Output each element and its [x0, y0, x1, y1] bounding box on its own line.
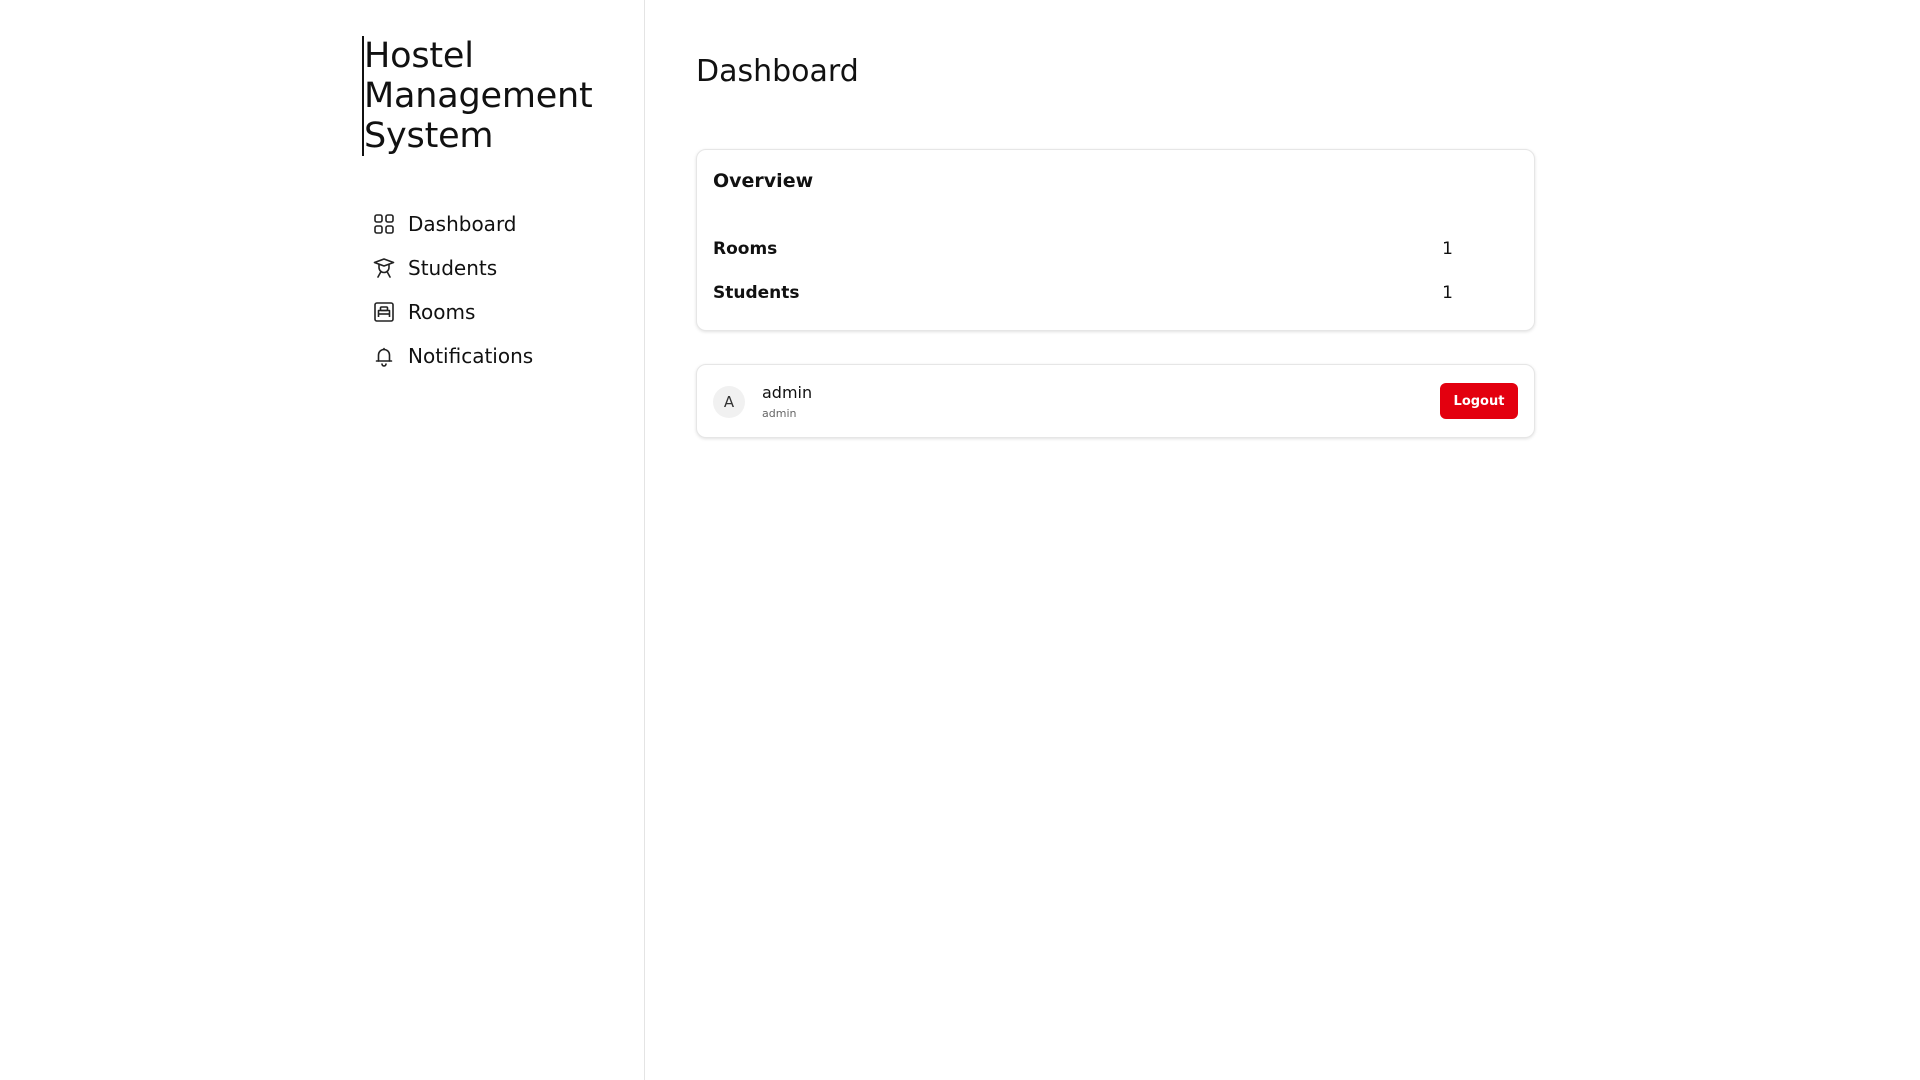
- sidebar-item-label: Dashboard: [408, 212, 517, 236]
- sidebar: Hostel Management System Dashboard Stude…: [0, 0, 645, 1080]
- student-icon: [372, 256, 396, 280]
- app-root: Hostel Management System Dashboard Stude…: [0, 0, 1920, 1080]
- sidebar-item-students[interactable]: Students: [372, 246, 533, 290]
- overview-card: Overview Rooms 1 Students 1: [696, 149, 1535, 331]
- user-role: admin: [762, 407, 797, 420]
- bell-icon: [372, 344, 396, 368]
- app-title: Hostel Management System: [362, 36, 632, 156]
- user-card: A admin admin Logout: [696, 364, 1535, 438]
- page-title: Dashboard: [696, 54, 859, 89]
- avatar: A: [713, 386, 745, 418]
- sidebar-item-notifications[interactable]: Notifications: [372, 334, 533, 378]
- room-icon: [372, 300, 396, 324]
- sidebar-nav: Dashboard Students Rooms Notifications: [372, 202, 533, 378]
- sidebar-item-label: Students: [408, 256, 498, 280]
- stat-label: Rooms: [713, 239, 778, 259]
- sidebar-item-dashboard[interactable]: Dashboard: [372, 202, 533, 246]
- grid-icon: [372, 212, 396, 236]
- sidebar-item-label: Rooms: [408, 300, 476, 324]
- stat-value: 1: [1442, 239, 1453, 259]
- stat-row-students: Students 1: [713, 279, 1453, 307]
- overview-title: Overview: [713, 170, 814, 192]
- stat-value: 1: [1442, 283, 1453, 303]
- sidebar-item-rooms[interactable]: Rooms: [372, 290, 533, 334]
- user-name: admin: [762, 383, 813, 402]
- stat-row-rooms: Rooms 1: [713, 235, 1453, 263]
- stat-label: Students: [713, 283, 800, 303]
- sidebar-item-label: Notifications: [408, 344, 534, 368]
- main-content: Dashboard Overview Rooms 1 Students 1 A …: [646, 0, 1920, 1080]
- logout-button[interactable]: Logout: [1440, 383, 1518, 419]
